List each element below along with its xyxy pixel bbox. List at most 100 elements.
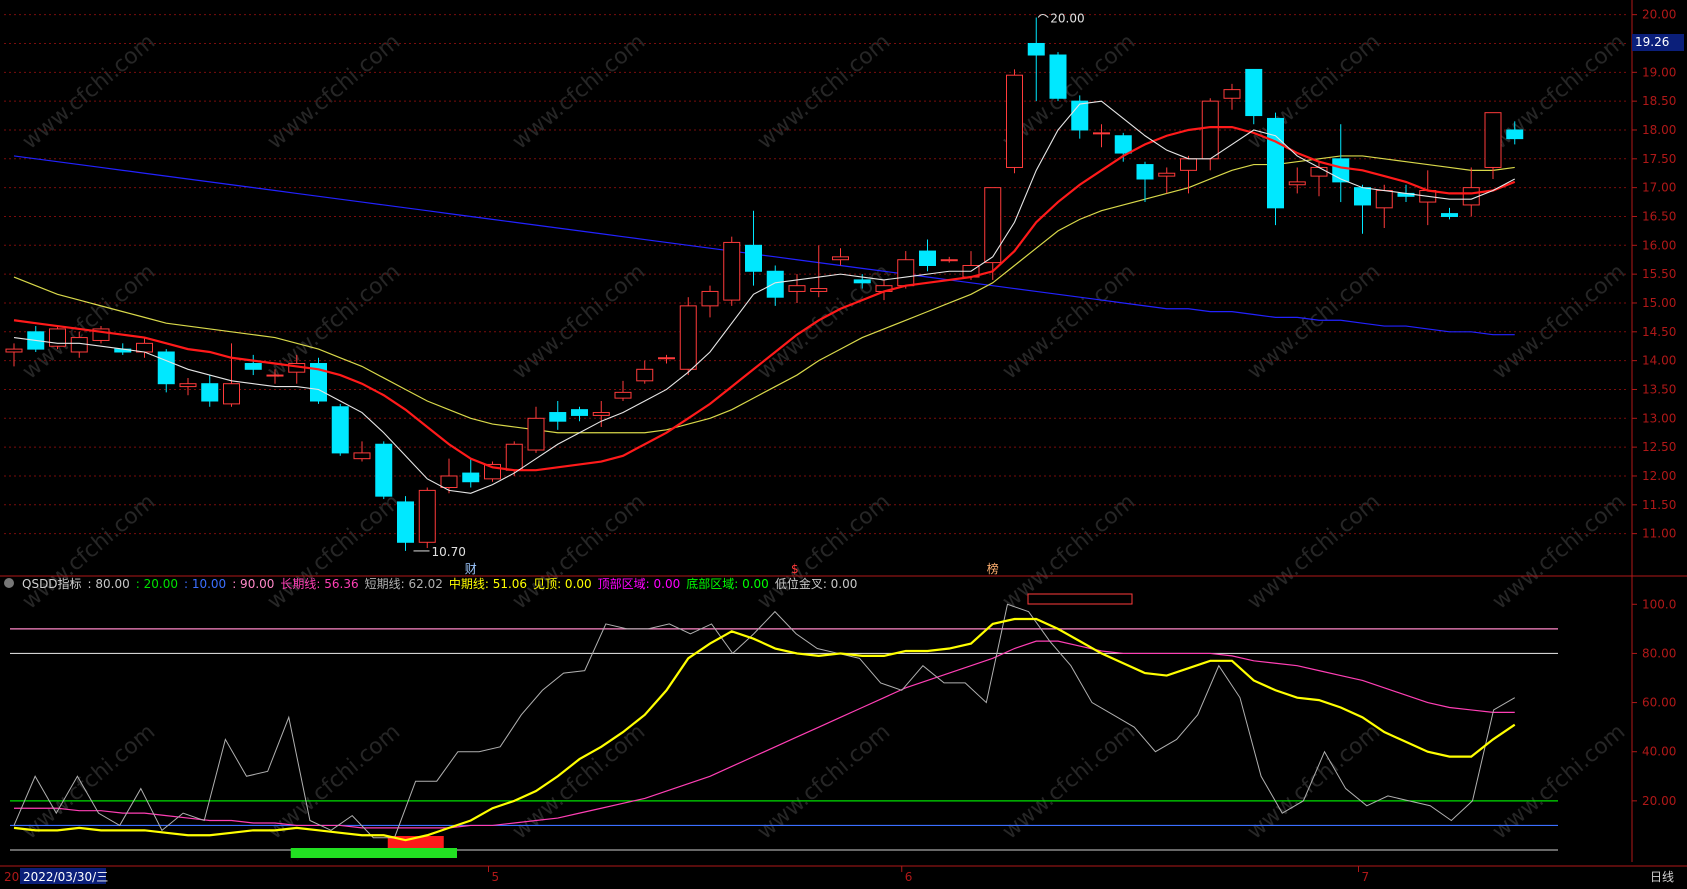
price-tick-label: 12.50 [1642,440,1676,454]
candle-body [505,443,523,471]
legend-item: 见顶: 0.00 [533,576,592,591]
candle-body [636,368,654,382]
top-zone-marker [1027,593,1133,605]
ind-tick-label: 20.00 [1642,794,1676,808]
candle-body [614,391,632,399]
price-tick-label: 16.00 [1642,238,1676,252]
legend-item: : 20.00 [135,576,178,591]
candle-body [136,342,153,353]
price-tick-label: 19.00 [1642,65,1676,79]
candle [27,326,45,352]
legend-item: : 10.00 [183,576,227,591]
watermark-layer: www.cfchi.com www.cfchi.com www.cfchi.com w… [18,29,1630,844]
candle-body [1462,187,1480,206]
candle-body [1245,68,1263,117]
candle-body [462,472,480,483]
candle [592,401,610,427]
candle-body [266,374,284,377]
candle-body [1310,166,1328,177]
watermark-text: www.cfchi.com [18,29,160,154]
candle [940,256,958,263]
candle-body [1375,190,1393,209]
candle-body [1288,181,1306,186]
watermark-text: www.cfchi.com [18,259,160,384]
candle [353,441,371,462]
legend-items: : 80.00: 20.00: 10.00: 90.00 长期线: 56.36 短期… [88,575,864,592]
price-tick-label: 14.50 [1642,325,1676,339]
ind-tick-label: 40.00 [1642,745,1676,759]
candle [1006,69,1023,174]
candle [1027,17,1045,102]
date-axis-stub: 20 [4,870,19,884]
price-tick-label: 15.00 [1642,296,1676,310]
legend-item: 低位金叉: 0.00 [774,576,858,591]
candle [1049,52,1067,102]
event-mark: 榜 [987,561,999,576]
candle-body [1158,172,1176,177]
ind-tick-label: 100.0 [1642,597,1676,611]
watermark-text: www.cfchi.com [18,489,160,614]
candle [1332,124,1350,203]
candle [701,285,719,318]
candle [375,441,393,500]
price-tick-label: 16.50 [1642,209,1676,223]
ind-tick-label: 80.00 [1642,646,1676,660]
candle-body [1201,100,1219,160]
watermark-text: www.cfchi.com [508,489,650,614]
chart-stage[interactable]: www.cfchi.com www.cfchi.com www.cfchi.com w… [0,0,1687,885]
indicator-name[interactable]: QSDD指标 [22,575,82,592]
candle-body [897,259,915,287]
watermark-text: www.cfchi.com [1243,489,1385,614]
candle-body [1267,117,1284,209]
candle-body [331,406,349,454]
candle-body [701,290,719,307]
candle-body [527,417,545,451]
price-tick-label: 13.50 [1642,382,1676,396]
price-tick-label: 14.00 [1642,354,1676,368]
candle-body [571,409,588,416]
candle [636,360,654,384]
candle-body [223,383,240,405]
candle-body [1027,42,1045,56]
candle [1158,167,1176,194]
indicator-settings-icon[interactable] [4,578,14,588]
candle [331,403,349,456]
current-date-label: 2022/03/30/三 [23,870,108,884]
candle-body [1049,54,1067,99]
candle-body [1006,74,1023,168]
candle [658,354,675,364]
price-tick-label: 18.00 [1642,123,1676,137]
stock-chart-svg[interactable]: www.cfchi.com www.cfchi.com www.cfchi.com w… [0,0,1687,885]
candle-body [418,489,436,543]
price-tick-label: 11.00 [1642,527,1676,541]
watermark-text: www.cfchi.com [998,259,1140,384]
legend-item: 长期线: 56.36 [280,576,359,591]
max-price-label: 20.00 [1050,12,1084,26]
candle [1071,95,1089,139]
candle-body [353,452,371,460]
candle [810,245,828,298]
candle-body [549,412,567,422]
candle [1441,207,1458,220]
candle [1136,161,1154,203]
watermark-text: www.cfchi.com [1243,259,1385,384]
candle-body [940,259,958,262]
price-tick-label: 15.50 [1642,267,1676,281]
candle [1419,170,1437,226]
candle [1201,98,1219,171]
candle [310,357,327,404]
candle [1223,83,1241,110]
legend-item: 顶部区域: 0.00 [597,576,681,591]
price-tick-label: 17.00 [1642,181,1676,195]
candle-body [201,383,219,402]
candle-body [5,348,23,353]
candle-body [919,250,936,266]
price-tick-label: 18.50 [1642,94,1676,108]
candle-body [440,475,458,489]
candle-body [157,351,175,385]
candle [571,406,588,422]
candle [549,401,567,430]
candle-body [375,443,393,497]
candle [1245,68,1263,125]
legend-item: 中期线: 51.06 [448,576,528,591]
